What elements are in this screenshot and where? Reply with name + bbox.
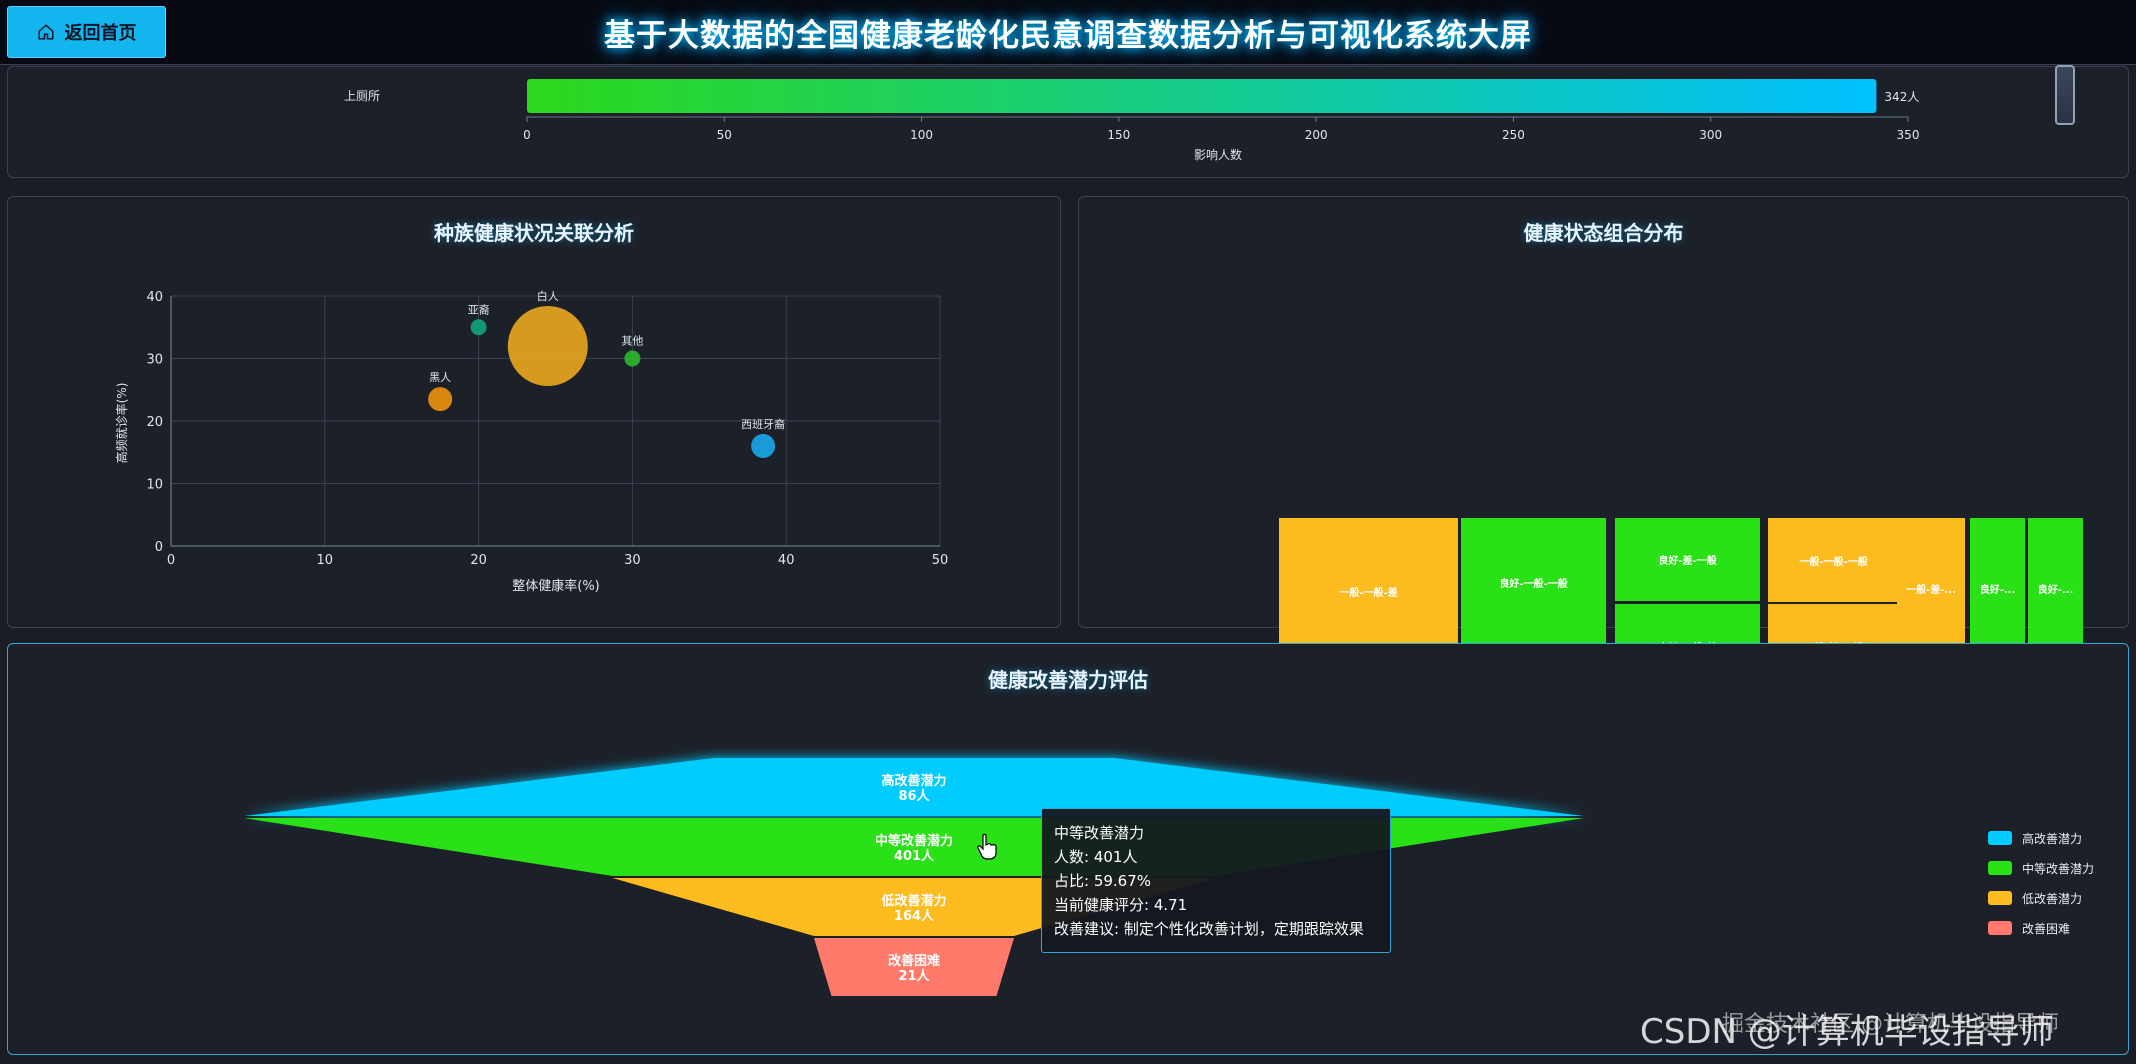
funnel-legend: 高改善潜力中等改善潜力 低改善潜力改善困难 [1988, 823, 2094, 943]
x-tick-label: 300 [1699, 128, 1722, 142]
health-combo-panel: 健康状态组合分布 一般-一般-差良好-良好-一般良好-一般-一般一般-差-差良好… [1078, 196, 2130, 777]
funnel-panel-title: 健康改善潜力评估 [988, 668, 1148, 692]
legend-label: 低改善潜力 [2022, 891, 2083, 906]
legend-item[interactable]: 改善困难 [1988, 913, 2094, 943]
scatter-point-label: 其他 [621, 335, 643, 348]
treemap-cell[interactable]: 良好-一般-一般 [1461, 518, 1606, 646]
x-tick-label: 0 [523, 128, 531, 142]
x-tick-label: 50 [717, 128, 732, 142]
combo-treemap: 一般-一般-差良好-良好-一般良好-一般-一般一般-差-差良好-差-一般良好-一… [1079, 197, 2130, 777]
scatter-point-label: 黑人 [429, 371, 451, 384]
scatter-point-label: 白人 [537, 289, 559, 303]
y-tick-label: 30 [146, 353, 163, 368]
treemap-cell[interactable]: 良好-... [1970, 518, 2025, 658]
hand-cursor-icon [977, 833, 997, 860]
y-tick-label: 0 [155, 540, 163, 555]
legend-swatch [1988, 921, 2012, 935]
scatter-point[interactable] [507, 306, 588, 386]
scatter-y-title: 高频就诊率(%) [114, 383, 129, 464]
scatter-point-label: 西班牙裔 [741, 417, 785, 431]
y-tick-label: 40 [146, 290, 163, 305]
scatter-point[interactable] [624, 350, 641, 367]
bar-value-label: 342人 [1884, 90, 1919, 104]
legend-label: 中等改善潜力 [2022, 861, 2095, 876]
x-tick-label: 0 [167, 553, 175, 568]
toilet-impact-panel: 上厕所 342人 0 50 100 150 200 250 300 350 影响人数 [7, 65, 2129, 178]
race-scatter-chart: 0 10 20 30 40 50 0 10 20 30 40 白人亚裔其他黑人西班牙裔 整体健康率(… [114, 289, 949, 594]
x-tick-label: 150 [1107, 128, 1130, 142]
tooltip-advice: 改善建议: 制定个性化改善计划，定期跟踪效果 [1054, 920, 1364, 938]
scatter-points: 白人亚裔其他黑人西班牙裔 [428, 289, 785, 458]
x-tick-label: 350 [1897, 128, 1920, 142]
x-tick-label: 40 [778, 553, 795, 568]
tooltip-ratio: 占比: 59.67% [1054, 872, 1152, 890]
x-axis-title: 影响人数 [1194, 147, 1242, 162]
scatter-point-label: 亚裔 [468, 302, 490, 316]
scatter-x-title: 整体健康率(%) [512, 578, 600, 594]
legend-item[interactable]: 高改善潜力 [1988, 823, 2094, 853]
legend-label: 高改善潜力 [2022, 831, 2083, 846]
x-tick-label: 200 [1305, 128, 1328, 142]
treemap-cell[interactable]: 一般-差-... [1897, 518, 1965, 658]
tooltip-score: 当前健康评分: 4.71 [1054, 896, 1188, 914]
race-health-panel: 种族健康状况关联分析 0 10 20 30 40 50 0 10 20 30 40 白人 亚裔 其他 黑人… [7, 196, 1061, 628]
y-tick-label: 10 [146, 478, 163, 493]
page-title: 基于大数据的全国健康老龄化民意调查数据分析与可视化系统大屏 [604, 18, 1532, 54]
tooltip-count: 人数: 401人 [1054, 848, 1138, 866]
x-tick-label: 50 [932, 553, 949, 568]
x-tick-label: 20 [470, 553, 487, 568]
legend-item[interactable]: 中等改善潜力 [1988, 853, 2094, 883]
x-tick-label: 100 [910, 128, 933, 142]
treemap-cell[interactable]: 一般-一般-一般 [1768, 518, 1899, 602]
x-tick-label: 10 [317, 553, 334, 568]
treemap-cell[interactable]: 良好-差-一般 [1615, 518, 1760, 601]
x-tick-label: 30 [624, 553, 641, 568]
x-tick-label: 250 [1502, 128, 1525, 142]
header-bar: 返回首页 基于大数据的全国健康老龄化民意调查数据分析与可视化系统大屏 [0, 0, 2136, 65]
juejin-watermark: 掘金技术社区 @计算机毕设指导师 [1722, 1012, 2059, 1037]
x-axis-ticks: 0 50 100 150 200 250 300 350 [523, 117, 1919, 142]
y-tick-label: 20 [146, 415, 163, 430]
treemap-cell[interactable]: 良好-... [2028, 518, 2083, 658]
legend-swatch [1988, 861, 2012, 875]
scroll-handle[interactable] [2055, 65, 2075, 125]
scatter-point[interactable] [751, 434, 776, 458]
legend-swatch [1988, 891, 2012, 905]
legend-swatch [1988, 831, 2012, 845]
scatter-point[interactable] [428, 387, 453, 412]
toilet-impact-chart: 上厕所 342人 0 50 100 150 200 250 300 350 影响人数 [344, 79, 1919, 162]
legend-label: 改善困难 [2022, 921, 2071, 936]
scatter-point[interactable] [470, 319, 487, 336]
bar-category-label: 上厕所 [344, 89, 380, 103]
funnel-tooltip: 中等改善潜力 人数: 401人 占比: 59.67% 当前健康评分: 4.71 … [1041, 808, 1391, 953]
tooltip-title: 中等改善潜力 [1054, 824, 1145, 842]
bar-toilet [527, 79, 1877, 113]
legend-item[interactable]: 低改善潜力 [1988, 883, 2094, 913]
